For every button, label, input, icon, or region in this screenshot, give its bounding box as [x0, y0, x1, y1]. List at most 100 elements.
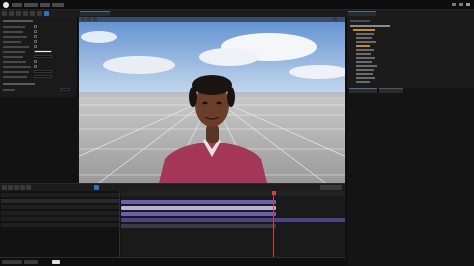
property-checkbox[interactable]	[34, 30, 37, 33]
outliner-item[interactable]	[356, 81, 370, 83]
time-ruler[interactable]	[121, 191, 345, 196]
outliner-item[interactable]	[356, 69, 374, 71]
cloud	[81, 31, 117, 43]
property-row	[3, 66, 31, 68]
outliner-item[interactable]	[356, 53, 371, 55]
track-row[interactable]	[1, 223, 119, 227]
outliner-item[interactable]	[356, 57, 375, 59]
track-section[interactable]	[121, 206, 276, 210]
track-section[interactable]	[121, 224, 276, 228]
value-field[interactable]	[34, 70, 52, 73]
add-track-icon[interactable]	[8, 185, 13, 190]
save-sequence-icon[interactable]	[2, 185, 7, 190]
outliner-item[interactable]	[356, 45, 370, 47]
timeline[interactable]	[121, 191, 345, 263]
menu-file[interactable]	[12, 3, 22, 7]
sequencer-toolbar	[0, 184, 345, 191]
panel-header	[3, 20, 33, 22]
track-row[interactable]	[1, 211, 119, 215]
property-checkbox[interactable]	[34, 40, 37, 43]
outliner-item[interactable]	[356, 77, 375, 79]
viewport-toolbar	[79, 17, 345, 22]
snap-icon[interactable]	[14, 185, 19, 190]
viewport-options-icon[interactable]	[81, 17, 85, 21]
outliner-item[interactable]	[356, 49, 374, 51]
playhead[interactable]	[273, 191, 274, 263]
cloud	[103, 56, 175, 74]
property-row	[3, 89, 15, 91]
tab-viewport[interactable]	[80, 11, 110, 16]
details-panel-right	[346, 88, 474, 266]
key-icon[interactable]	[20, 185, 25, 190]
property-row	[3, 71, 29, 73]
menu-edit[interactable]	[24, 3, 38, 7]
play-icon[interactable]	[44, 11, 49, 16]
camera-icon[interactable]	[333, 17, 337, 21]
outliner-header	[350, 20, 370, 22]
color-field[interactable]	[34, 50, 52, 53]
perspective-icon[interactable]	[87, 17, 91, 21]
track-list	[0, 191, 120, 257]
menu-window[interactable]	[40, 3, 50, 7]
tab-world-settings[interactable]	[379, 88, 403, 93]
lit-mode-icon[interactable]	[93, 17, 97, 21]
section-header	[3, 83, 35, 85]
tab-details[interactable]	[349, 88, 377, 93]
track-section[interactable]	[121, 200, 276, 204]
level-viewport[interactable]	[79, 17, 345, 183]
property-checkbox[interactable]	[34, 60, 37, 63]
details-empty-area	[0, 97, 78, 183]
output-log-button[interactable]	[24, 260, 38, 264]
track-row[interactable]	[1, 193, 119, 197]
main-toolbar	[0, 10, 474, 17]
settings-icon[interactable]	[16, 11, 21, 16]
property-checkbox[interactable]	[34, 45, 37, 48]
outliner-panel	[346, 17, 474, 88]
save-icon[interactable]	[2, 11, 7, 16]
track-row[interactable]	[1, 205, 119, 209]
outliner-item[interactable]	[356, 61, 372, 63]
details-panel	[0, 17, 78, 183]
property-row	[3, 31, 23, 33]
track-row[interactable]	[1, 217, 119, 221]
outliner-item[interactable]	[350, 25, 390, 27]
outliner-item[interactable]	[356, 65, 377, 67]
property-row	[3, 56, 23, 58]
value-field[interactable]	[60, 88, 70, 91]
property-row	[3, 46, 29, 48]
property-row	[3, 61, 26, 63]
sequence-name-field[interactable]	[320, 185, 342, 190]
build-icon[interactable]	[37, 11, 42, 16]
outliner-item[interactable]	[356, 41, 376, 43]
close-icon[interactable]	[466, 3, 470, 6]
filter-icon[interactable]	[26, 185, 31, 190]
menu-tools[interactable]	[52, 3, 64, 7]
property-checkbox[interactable]	[34, 35, 37, 38]
content-drawer-button[interactable]	[2, 260, 22, 264]
value-field[interactable]	[34, 75, 52, 78]
sequencer-panel	[0, 183, 345, 266]
property-checkbox[interactable]	[34, 65, 37, 68]
minimize-icon[interactable]	[452, 3, 456, 6]
cloud	[199, 48, 259, 66]
sequence-camera-icon[interactable]	[94, 185, 99, 190]
property-row	[3, 76, 27, 78]
blueprint-icon[interactable]	[23, 11, 28, 16]
property-row	[3, 41, 21, 43]
outliner-item[interactable]	[356, 33, 374, 35]
property-checkbox[interactable]	[34, 25, 37, 28]
outliner-item[interactable]	[353, 29, 375, 31]
cinematics-icon[interactable]	[30, 11, 35, 16]
outliner-item[interactable]	[356, 37, 372, 39]
outliner-item[interactable]	[356, 73, 373, 75]
track-section[interactable]	[121, 218, 345, 222]
browse-icon[interactable]	[9, 11, 14, 16]
cmd-input[interactable]	[52, 260, 60, 264]
track-row[interactable]	[1, 199, 119, 203]
tab-outliner[interactable]	[348, 11, 376, 16]
value-field[interactable]	[34, 55, 52, 58]
property-row	[3, 51, 25, 53]
title-bar	[0, 0, 474, 10]
maximize-icon[interactable]	[459, 3, 463, 6]
track-section[interactable]	[121, 212, 276, 216]
